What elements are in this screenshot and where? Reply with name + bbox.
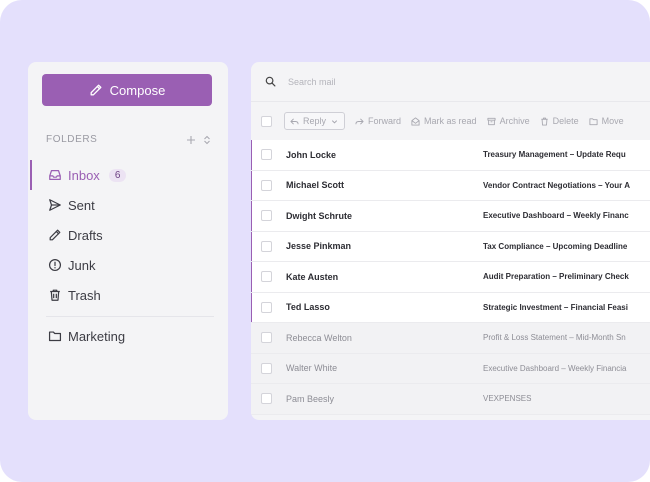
search-input[interactable] bbox=[286, 75, 590, 88]
compose-button[interactable]: Compose bbox=[42, 74, 212, 106]
email-sender: John Locke bbox=[286, 149, 337, 160]
email-subject: Audit Preparation – Preliminary Check bbox=[483, 272, 629, 282]
folders-heading: FOLDERS bbox=[46, 134, 98, 145]
mail-toolbar: Reply Forward Mark as read Archive Delet… bbox=[251, 102, 650, 140]
folder-label: Junk bbox=[68, 257, 96, 273]
alert-circle-icon bbox=[48, 258, 62, 272]
inbox-icon bbox=[49, 170, 61, 180]
row-checkbox[interactable] bbox=[261, 240, 272, 252]
trash-icon bbox=[50, 289, 60, 301]
trash-icon bbox=[540, 117, 548, 126]
mark-as-read-button[interactable]: Mark as read bbox=[411, 116, 477, 126]
delete-label: Delete bbox=[552, 116, 579, 126]
search-icon bbox=[265, 76, 276, 87]
folder-label: Marketing bbox=[68, 328, 126, 344]
email-sender: Kate Austen bbox=[286, 271, 339, 282]
folder-label: Inbox bbox=[68, 167, 100, 183]
forward-label: Forward bbox=[368, 116, 402, 126]
email-row[interactable]: Jesse Pinkman Tax Compliance – Upcoming … bbox=[251, 231, 650, 262]
email-sender: Rebecca Welton bbox=[286, 332, 352, 343]
email-row[interactable]: Walter White Executive Dashboard – Weekl… bbox=[251, 353, 650, 384]
row-checkbox[interactable] bbox=[261, 271, 272, 283]
pencil-icon bbox=[49, 229, 61, 241]
send-icon bbox=[49, 199, 61, 211]
email-subject: Vendor Contract Negotiations – Your A bbox=[483, 180, 630, 190]
sort-icon[interactable] bbox=[202, 135, 212, 145]
select-all-checkbox[interactable] bbox=[261, 115, 272, 127]
archive-label: Archive bbox=[499, 116, 530, 126]
email-row[interactable]: Michael Scott Vendor Contract Negotiatio… bbox=[251, 170, 650, 201]
email-sender: Jesse Pinkman bbox=[286, 241, 352, 252]
sidebar: Compose FOLDERS Inbox 6 Sent Drafts Junk… bbox=[28, 62, 228, 420]
folder-item-inbox[interactable]: Inbox 6 bbox=[28, 160, 228, 190]
folders-header: FOLDERS bbox=[46, 134, 212, 145]
email-sender: Dwight Schrute bbox=[286, 210, 353, 221]
move-label: Move bbox=[601, 116, 624, 126]
archive-icon bbox=[487, 117, 496, 125]
row-checkbox[interactable] bbox=[261, 149, 272, 161]
folder-label: Sent bbox=[68, 197, 95, 213]
move-button[interactable]: Move bbox=[589, 116, 624, 126]
forward-button[interactable]: Forward bbox=[355, 116, 401, 126]
reply-icon bbox=[290, 117, 299, 125]
email-sender: Ted Lasso bbox=[286, 302, 330, 313]
folder-divider bbox=[46, 316, 214, 317]
row-checkbox[interactable] bbox=[261, 301, 272, 313]
folder-label: Trash bbox=[68, 287, 101, 303]
email-subject: Executive Dashboard – Weekly Financ bbox=[483, 211, 629, 221]
email-subject: Strategic Investment – Financial Feasi bbox=[483, 302, 628, 312]
app-background: Compose FOLDERS Inbox 6 Sent Drafts Junk… bbox=[0, 0, 650, 482]
email-subject: Profit & Loss Statement – Mid-Month Sn bbox=[483, 333, 626, 343]
email-subject: Tax Compliance – Upcoming Deadline bbox=[483, 241, 628, 251]
email-list: John Locke Treasury Management – Update … bbox=[251, 140, 650, 415]
folder-icon bbox=[48, 331, 62, 342]
email-row[interactable]: Ted Lasso Strategic Investment – Financi… bbox=[251, 292, 650, 323]
folder-item-junk[interactable]: Junk bbox=[28, 250, 228, 280]
email-row[interactable]: Kate Austen Audit Preparation – Prelimin… bbox=[251, 262, 650, 293]
folder-list: Inbox 6 Sent Drafts Junk Trash Marketing bbox=[28, 160, 228, 351]
folder-icon bbox=[589, 117, 598, 125]
folder-item-drafts[interactable]: Drafts bbox=[28, 220, 228, 250]
compose-label: Compose bbox=[109, 82, 166, 98]
row-checkbox[interactable] bbox=[261, 393, 272, 405]
email-sender: Michael Scott bbox=[286, 180, 345, 191]
folder-item-trash[interactable]: Trash bbox=[28, 280, 228, 310]
reply-button[interactable]: Reply bbox=[284, 112, 346, 130]
email-sender: Walter White bbox=[286, 363, 338, 374]
email-subject: VEXPENSES bbox=[483, 394, 532, 404]
mail-open-icon bbox=[411, 116, 420, 126]
email-row[interactable]: Rebecca Welton Profit & Loss Statement –… bbox=[251, 323, 650, 354]
search-bar bbox=[251, 62, 650, 102]
mail-panel: Reply Forward Mark as read Archive Delet… bbox=[251, 62, 650, 420]
pencil-icon bbox=[90, 84, 102, 96]
forward-icon bbox=[355, 117, 364, 125]
unread-count-badge: 6 bbox=[108, 168, 127, 182]
chevron-down-icon bbox=[331, 119, 338, 124]
email-subject: Treasury Management – Update Requ bbox=[483, 150, 626, 160]
email-subject: Executive Dashboard – Weekly Financia bbox=[483, 363, 627, 373]
add-folder-icon[interactable] bbox=[186, 135, 196, 145]
mark-as-read-label: Mark as read bbox=[424, 116, 477, 126]
folder-item-marketing[interactable]: Marketing bbox=[28, 321, 228, 351]
email-sender: Pam Beesly bbox=[286, 393, 335, 404]
email-row[interactable]: Dwight Schrute Executive Dashboard – Wee… bbox=[251, 201, 650, 232]
folder-item-sent[interactable]: Sent bbox=[28, 190, 228, 220]
row-checkbox[interactable] bbox=[261, 362, 272, 374]
email-row[interactable]: John Locke Treasury Management – Update … bbox=[251, 140, 650, 171]
email-row[interactable]: Pam Beesly VEXPENSES bbox=[251, 384, 650, 415]
row-checkbox[interactable] bbox=[261, 332, 272, 344]
row-checkbox[interactable] bbox=[261, 210, 272, 222]
reply-label: Reply bbox=[303, 116, 327, 126]
delete-button[interactable]: Delete bbox=[540, 116, 579, 126]
folder-label: Drafts bbox=[68, 227, 103, 243]
row-checkbox[interactable] bbox=[261, 179, 272, 191]
archive-button[interactable]: Archive bbox=[487, 116, 530, 126]
